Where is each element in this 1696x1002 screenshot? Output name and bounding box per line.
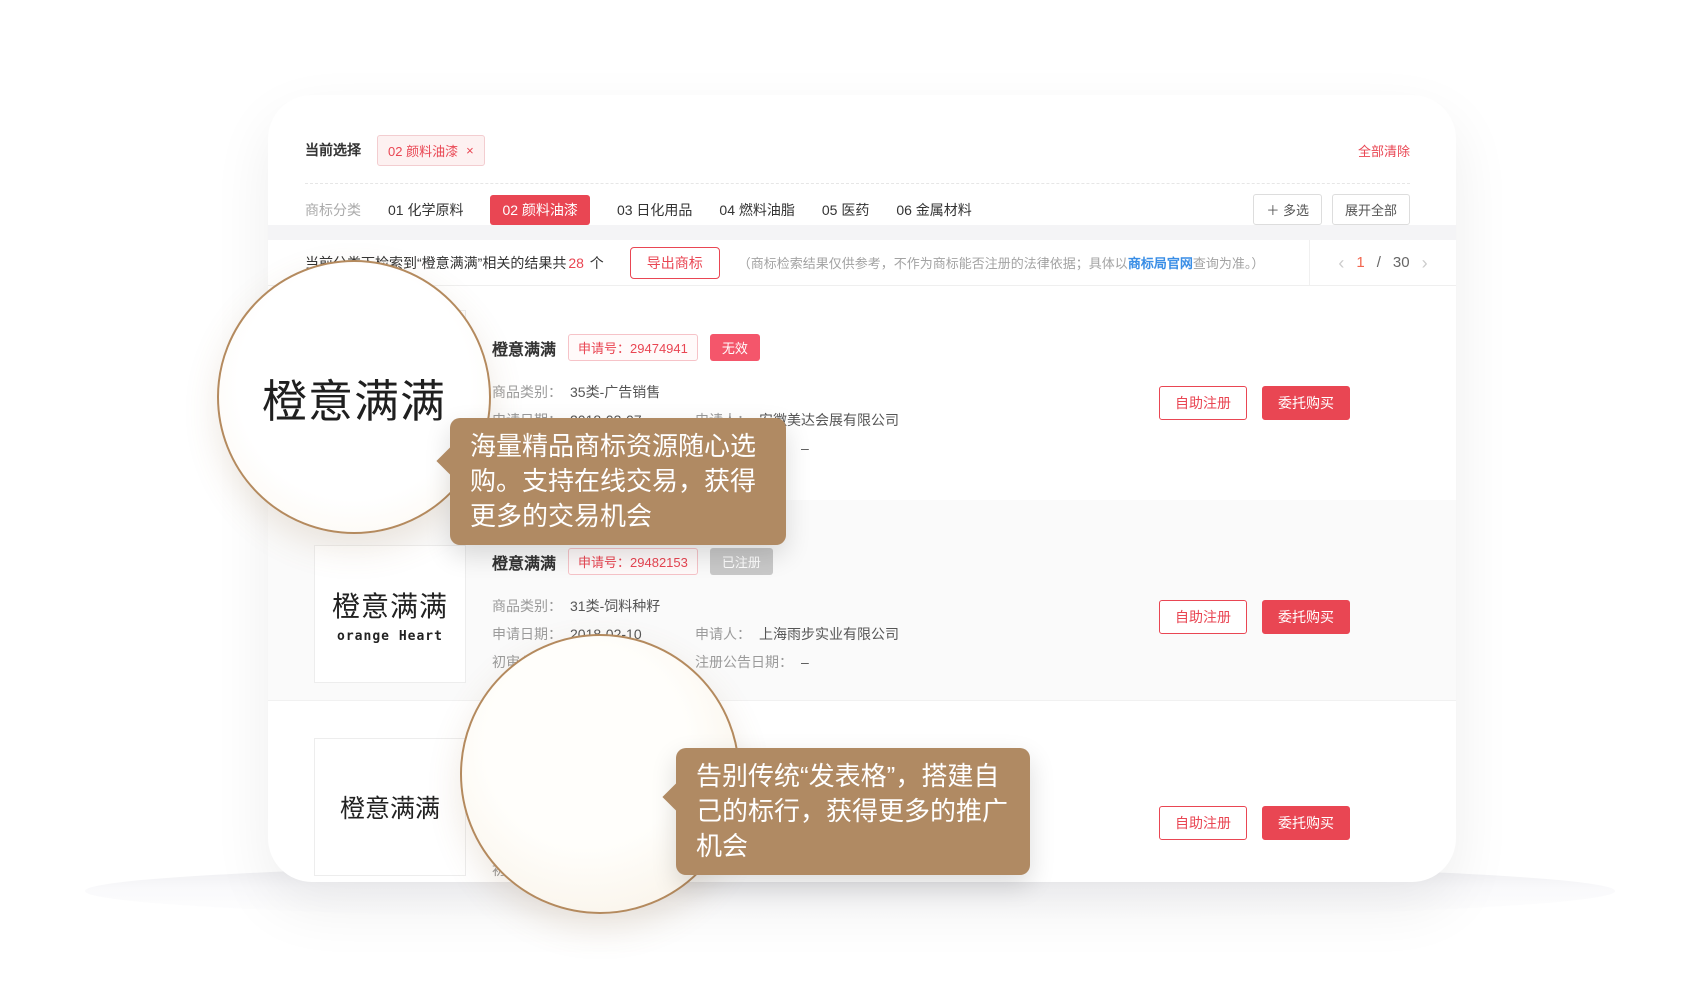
remove-filter-icon[interactable]: × [466, 143, 474, 158]
trademark-mark-subtext: orange Heart [337, 629, 443, 644]
expand-all-button[interactable]: 展开全部 [1332, 194, 1410, 225]
category-actions: ＋ 多选 展开全部 [1253, 194, 1410, 225]
entrust-buy-button[interactable]: 委托购买 [1262, 806, 1350, 840]
prev-page-icon[interactable]: ‹ [1338, 254, 1344, 272]
tooltip-text: 告别传统“发表格”，搭建自己的标行，获得更多的推广机会 [696, 761, 1008, 861]
category-filter-row: 商标分类 01 化学原料 02 颜料油漆 03 日化用品 04 燃料油脂 05 … [305, 195, 972, 225]
tooltip-marketplace: 海量精品商标资源随心选购。支持在线交易，获得更多的交易机会 [450, 418, 786, 545]
results-count: 28 [568, 255, 584, 271]
result-title-row: 橙意满满 申请号：29474941 无效 [492, 334, 760, 361]
pagination: ‹ 1 / 30 › [1309, 240, 1456, 285]
multi-select-button[interactable]: ＋ 多选 [1253, 194, 1322, 225]
results-header: 当前分类下检索到“橙意满满”相关的结果共28 个 导出商标 （商标检索结果仅供参… [268, 240, 1456, 286]
registration-publication-value: – [801, 654, 809, 670]
detail-line: 商品类别： 31类-饲料种籽 [492, 596, 1156, 616]
entrust-buy-button[interactable]: 委托购买 [1262, 600, 1350, 634]
dashed-divider [305, 183, 1410, 184]
current-page: 1 [1356, 254, 1364, 271]
row-actions: 自助注册 委托购买 [1159, 806, 1350, 840]
detail-line: 商品类别： 35类-广告销售 [492, 382, 1156, 402]
application-number-chip: 申请号：29474941 [568, 334, 698, 361]
category-filter-label: 商标分类 [305, 200, 361, 220]
application-number-value: 29482153 [630, 555, 688, 570]
category-item-05[interactable]: 05 医药 [822, 200, 869, 220]
self-register-button[interactable]: 自助注册 [1159, 600, 1247, 634]
next-page-icon[interactable]: › [1422, 254, 1428, 272]
self-register-button[interactable]: 自助注册 [1159, 806, 1247, 840]
disclaimer-text-end: 查询为准。） [1193, 256, 1265, 271]
clear-all-button[interactable]: 全部清除 [1358, 141, 1410, 160]
result-row-2: 橙意满满 orange Heart 橙意满满 申请号：29482153 已注册 … [268, 500, 1456, 701]
current-selection-label: 当前选择 [305, 140, 361, 160]
status-badge-registered: 已注册 [710, 548, 773, 575]
trademark-name[interactable]: 橙意满满 [492, 336, 556, 360]
category-item-06[interactable]: 06 金属材料 [896, 200, 971, 220]
category-value: 31类-饲料种籽 [570, 598, 660, 614]
applicant-value: 上海雨步实业有限公司 [759, 626, 899, 642]
row-actions: 自助注册 委托购买 [1159, 600, 1350, 634]
page-separator: / [1377, 254, 1381, 271]
disclaimer-text: （商标检索结果仅供参考，不作为商标能否注册的法律依据；具体以 [738, 256, 1128, 271]
section-gap [268, 225, 1456, 240]
results-count-unit: 个 [586, 255, 604, 271]
registration-publication-label: 注册公告日期： [695, 654, 793, 670]
registration-publication-value: – [801, 440, 809, 456]
application-number-label: 申请号： [578, 341, 630, 356]
trademark-image-2[interactable]: 橙意满满 orange Heart [314, 545, 466, 683]
tooltip-text: 海量精品商标资源随心选购。支持在线交易，获得更多的交易机会 [470, 431, 756, 531]
trademark-name[interactable]: 橙意满满 [492, 550, 556, 574]
applicant-label: 申请人： [695, 626, 751, 642]
trademark-office-link[interactable]: 商标局官网 [1128, 256, 1193, 271]
total-pages: 30 [1393, 254, 1410, 271]
application-number-value: 29474941 [630, 341, 688, 356]
apply-date-label: 申请日期： [492, 626, 562, 642]
tooltip-promotion: 告别传统“发表格”，搭建自己的标行，获得更多的推广机会 [676, 748, 1030, 875]
category-item-04[interactable]: 04 燃料油脂 [719, 200, 794, 220]
category-item-03[interactable]: 03 日化用品 [617, 200, 692, 220]
row-actions: 自助注册 委托购买 [1159, 386, 1350, 420]
self-register-button[interactable]: 自助注册 [1159, 386, 1247, 420]
trademark-mark-text: 橙意满满 [340, 789, 440, 825]
result-title-row: 橙意满满 申请号：29482153 已注册 [492, 548, 773, 575]
disclaimer-note: （商标检索结果仅供参考，不作为商标能否注册的法律依据；具体以商标局官网查询为准。… [738, 253, 1265, 272]
current-selection-row: 当前选择 02 颜料油漆 × [305, 135, 485, 165]
selected-filter-label: 02 颜料油漆 [388, 141, 458, 160]
category-item-01[interactable]: 01 化学原料 [388, 200, 463, 220]
trademark-mark-text: 橙意满满 [332, 585, 448, 625]
selected-filter-chip[interactable]: 02 颜料油漆 × [377, 135, 485, 166]
trademark-image-3[interactable]: 橙意满满 [314, 738, 466, 876]
category-label: 商品类别： [492, 384, 562, 400]
entrust-buy-button[interactable]: 委托购买 [1262, 386, 1350, 420]
export-trademark-button[interactable]: 导出商标 [630, 247, 720, 279]
category-value: 35类-广告销售 [570, 384, 660, 400]
application-number-label: 申请号： [578, 555, 630, 570]
magnified-trademark-text: 橙意满满 [262, 365, 446, 430]
application-number-chip: 申请号：29482153 [568, 548, 698, 575]
status-badge-invalid: 无效 [710, 334, 760, 361]
category-item-02-selected[interactable]: 02 颜料油漆 [490, 195, 589, 225]
category-label: 商品类别： [492, 598, 562, 614]
